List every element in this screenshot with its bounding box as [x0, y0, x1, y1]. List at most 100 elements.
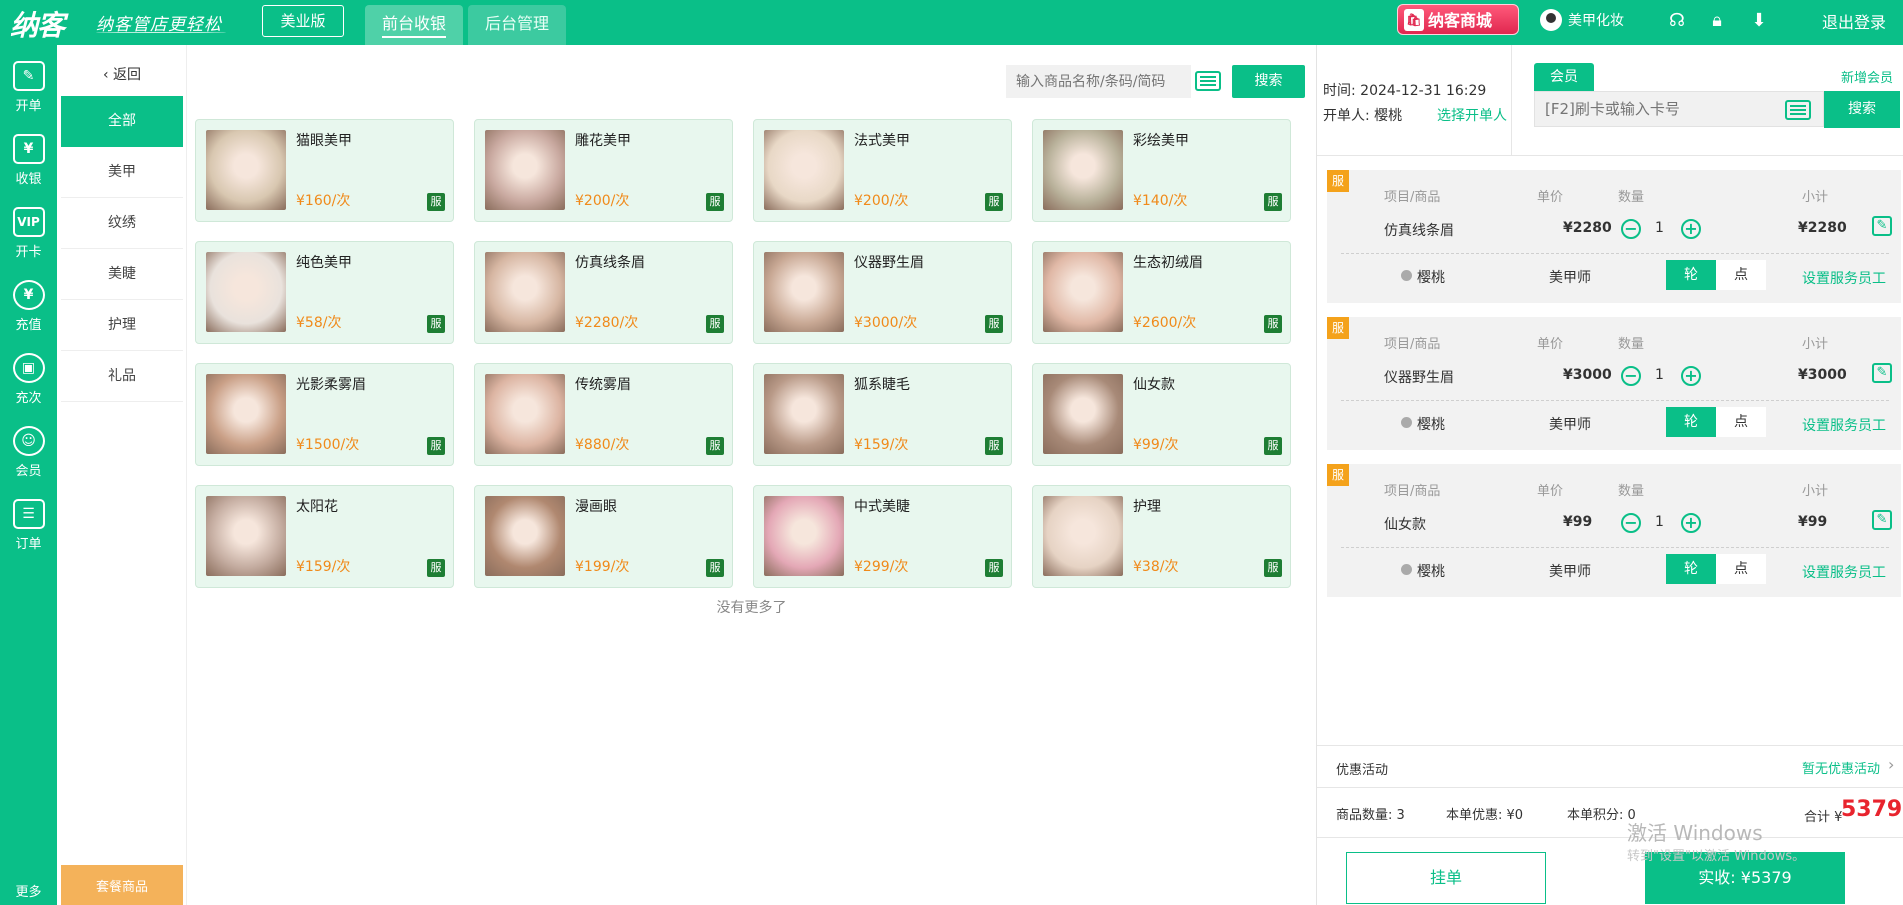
nav-cashier[interactable]: ¥ 收银: [0, 126, 57, 198]
item-qty[interactable]: 1: [1655, 514, 1664, 530]
edit-icon[interactable]: ✎: [1872, 216, 1892, 236]
set-staff-link[interactable]: 设置服务员工: [1802, 268, 1886, 288]
turn-button[interactable]: 轮: [1666, 554, 1716, 584]
member-card-input[interactable]: [1534, 91, 1824, 127]
nav-member[interactable]: ☺ 会员: [0, 418, 57, 490]
back-button[interactable]: ‹ 返回: [57, 57, 187, 93]
lock-icon[interactable]: 🔒︎: [1706, 10, 1728, 32]
set-staff-link[interactable]: 设置服务员工: [1802, 415, 1886, 435]
product-card[interactable]: 彩绘美甲 ¥140/次 服: [1032, 119, 1291, 222]
product-search-button[interactable]: 搜索: [1232, 65, 1305, 98]
increase-qty-button[interactable]: +: [1681, 366, 1701, 386]
turn-button[interactable]: 轮: [1666, 407, 1716, 437]
col-item-header: 项目/商品: [1384, 190, 1441, 205]
product-card[interactable]: 狐系睫毛 ¥159/次 服: [753, 363, 1012, 466]
staff-name: 樱桃: [1401, 267, 1445, 287]
decrease-qty-button[interactable]: −: [1621, 366, 1641, 386]
turn-button[interactable]: 轮: [1666, 260, 1716, 290]
new-member-link[interactable]: 新增会员: [1841, 67, 1893, 86]
product-card[interactable]: 仪器野生眉 ¥3000/次 服: [753, 241, 1012, 344]
open-order-icon: ✎: [12, 61, 45, 91]
product-name: 仙女款: [1133, 377, 1175, 393]
product-image: [764, 130, 844, 210]
chevron-right-icon[interactable]: ›: [1888, 755, 1894, 774]
product-card[interactable]: 仿真线条眉 ¥2280/次 服: [474, 241, 733, 344]
nav-recharge[interactable]: ¥ 充值: [0, 272, 57, 344]
edit-icon[interactable]: ✎: [1872, 510, 1892, 530]
product-name: 仪器野生眉: [854, 255, 924, 271]
product-image: [206, 252, 286, 332]
category-care[interactable]: 护理: [61, 300, 183, 351]
order-item: 服项目/商品 单价 数量 小计 仪器野生眉 ¥3000−1 + ¥3000 ✎ 樱桃 美甲师轮点设置…: [1327, 317, 1901, 450]
tab-front-cashier[interactable]: 前台收银: [365, 5, 463, 45]
tab-back-admin[interactable]: 后台管理: [468, 5, 566, 45]
nav-more[interactable]: 更多: [0, 881, 57, 905]
item-name: 仿真线条眉: [1384, 223, 1454, 239]
keyboard-icon[interactable]: [1785, 100, 1811, 120]
col-item-header: 项目/商品: [1384, 337, 1441, 352]
category-gift[interactable]: 礼品: [61, 351, 183, 402]
keyboard-icon[interactable]: [1195, 71, 1221, 91]
vip-card-icon: VIP: [12, 207, 45, 237]
download-icon[interactable]: ⬇: [1748, 10, 1770, 32]
combo-products-button[interactable]: 套餐商品: [61, 865, 183, 905]
product-card[interactable]: 仙女款 ¥99/次 服: [1032, 363, 1291, 466]
col-price-header: 单价: [1537, 190, 1564, 205]
choose-opener-link[interactable]: 选择开单人: [1437, 105, 1507, 125]
logo: 纳客: [10, 9, 65, 42]
category-tattoo[interactable]: 纹绣: [61, 198, 183, 249]
col-price-header: 单价: [1537, 484, 1564, 499]
logout-button[interactable]: 退出登录: [1822, 9, 1886, 33]
product-name: 雕花美甲: [575, 133, 631, 149]
item-qty[interactable]: 1: [1655, 367, 1664, 383]
item-subtotal: ¥3000: [1798, 367, 1847, 383]
nav-open-order[interactable]: ✎ 开单: [0, 53, 57, 125]
decrease-qty-button[interactable]: −: [1621, 219, 1641, 239]
member-tab[interactable]: 会员: [1534, 63, 1594, 91]
service-tag: 服: [706, 193, 724, 211]
divider: [1317, 787, 1903, 788]
nav-recharge-times[interactable]: ▣ 充次: [0, 345, 57, 417]
product-search-input[interactable]: [1006, 65, 1191, 98]
user-menu[interactable]: 美甲化妆: [1540, 9, 1624, 33]
headset-icon[interactable]: ☊: [1666, 10, 1688, 32]
increase-qty-button[interactable]: +: [1681, 219, 1701, 239]
decrease-qty-button[interactable]: −: [1621, 513, 1641, 533]
item-price: ¥2280: [1563, 220, 1612, 236]
increase-qty-button[interactable]: +: [1681, 513, 1701, 533]
product-price: ¥199/次: [575, 559, 630, 575]
product-card[interactable]: 纯色美甲 ¥58/次 服: [195, 241, 454, 344]
point-button[interactable]: 点: [1716, 407, 1766, 437]
product-card[interactable]: 漫画眼 ¥199/次 服: [474, 485, 733, 588]
nav-label: 会员: [15, 464, 42, 479]
edition-badge[interactable]: 美业版: [262, 5, 344, 37]
member-search-button[interactable]: 搜索: [1824, 91, 1900, 128]
point-button[interactable]: 点: [1716, 554, 1766, 584]
product-card[interactable]: 护理 ¥38/次 服: [1032, 485, 1291, 588]
product-card[interactable]: 光影柔雾眉 ¥1500/次 服: [195, 363, 454, 466]
nav-vip-card[interactable]: VIP 开卡: [0, 199, 57, 271]
edit-icon[interactable]: ✎: [1872, 363, 1892, 383]
divider: [1317, 155, 1903, 156]
set-staff-link[interactable]: 设置服务员工: [1802, 562, 1886, 582]
hold-order-button[interactable]: 挂单: [1346, 852, 1546, 904]
product-name: 中式美睫: [854, 499, 910, 515]
col-price-header: 单价: [1537, 337, 1564, 352]
category-lash[interactable]: 美睫: [61, 249, 183, 300]
product-card[interactable]: 生态初绒眉 ¥2600/次 服: [1032, 241, 1291, 344]
product-card[interactable]: 法式美甲 ¥200/次 服: [753, 119, 1012, 222]
col-qty-header: 数量: [1618, 484, 1645, 499]
point-button[interactable]: 点: [1716, 260, 1766, 290]
product-card[interactable]: 猫眼美甲 ¥160/次 服: [195, 119, 454, 222]
category-all[interactable]: 全部: [61, 96, 183, 147]
mall-button[interactable]: 🛍 纳客商城: [1397, 4, 1519, 35]
product-card[interactable]: 传统雾眉 ¥880/次 服: [474, 363, 733, 466]
product-card[interactable]: 雕花美甲 ¥200/次 服: [474, 119, 733, 222]
col-subtotal-header: 小计: [1802, 484, 1829, 499]
product-card[interactable]: 太阳花 ¥159/次 服: [195, 485, 454, 588]
category-nail[interactable]: 美甲: [61, 147, 183, 198]
product-card[interactable]: 中式美睫 ¥299/次 服: [753, 485, 1012, 588]
nav-order[interactable]: ☰ 订单: [0, 491, 57, 563]
item-qty[interactable]: 1: [1655, 220, 1664, 236]
promo-value[interactable]: 暂无优惠活动: [1802, 758, 1880, 777]
